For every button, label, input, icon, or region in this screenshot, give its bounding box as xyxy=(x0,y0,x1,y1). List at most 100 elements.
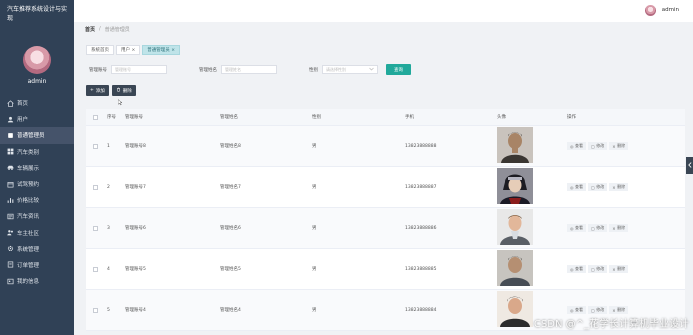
sidebar-item-label: 我的信息 xyxy=(17,279,40,286)
row-checkbox[interactable] xyxy=(92,225,98,231)
close-icon[interactable]: × xyxy=(171,48,175,53)
col-gender[interactable]: 性别 xyxy=(309,114,402,120)
col-avatar: 头像 xyxy=(497,115,506,120)
breadcrumb-home[interactable]: 首页 xyxy=(85,26,95,33)
sidebar-item-1[interactable]: 用户 xyxy=(0,111,74,127)
cell-avatar xyxy=(494,250,564,288)
sidebar-item-9[interactable]: 系统管理 xyxy=(0,241,74,257)
sidebar-item-8[interactable]: 车主社区 xyxy=(0,225,74,241)
avatar[interactable] xyxy=(497,250,533,286)
delete-button[interactable]: × 删除 xyxy=(609,142,629,150)
view-button[interactable]: ◎ 查看 xyxy=(567,306,586,314)
avatar[interactable] xyxy=(497,209,533,245)
sidebar-item-2[interactable]: 普通管理员 xyxy=(0,127,74,144)
sidebar-item-10[interactable]: 订单管理 xyxy=(0,257,74,273)
cell-gender: 男 xyxy=(312,185,317,190)
cell-avatar xyxy=(494,209,564,247)
action-bar: + 添加 删除 xyxy=(86,85,136,96)
sidebar-item-label: 首页 xyxy=(17,101,29,108)
view-button[interactable]: ◎ 查看 xyxy=(567,265,586,273)
view-label: 查看 xyxy=(575,225,583,230)
table-row: 3 管理账号6 管理姓名6 男 13823888886 ◎ 查看 ▢ 修改 × 删除 xyxy=(86,208,685,249)
col-name[interactable]: 管理姓名 xyxy=(217,114,309,120)
cell-phone: 13823888886 xyxy=(405,225,437,231)
delete-button[interactable]: × 删除 xyxy=(609,183,629,191)
sidebar-item-11[interactable]: 我的信息 xyxy=(0,273,74,289)
header-avatar[interactable] xyxy=(645,5,656,16)
delete-button[interactable]: × 删除 xyxy=(609,224,629,232)
batch-delete-button[interactable]: 删除 xyxy=(111,85,136,96)
cell-gender: 男 xyxy=(312,226,317,231)
edit-button[interactable]: ▢ 修改 xyxy=(588,142,608,150)
row-checkbox[interactable] xyxy=(92,307,98,313)
cell-avatar xyxy=(494,127,564,165)
plus-icon: + xyxy=(90,88,94,93)
view-button[interactable]: ◎ 查看 xyxy=(567,224,586,232)
tab-label: 系统首页 xyxy=(91,48,109,53)
cell-phone: 13823888885 xyxy=(405,266,437,272)
cell-avatar xyxy=(494,168,564,206)
gender-label: 性别 xyxy=(309,67,318,73)
edit-button[interactable]: ▢ 修改 xyxy=(588,224,608,232)
close-icon: × xyxy=(612,184,616,190)
edit-label: 修改 xyxy=(596,143,605,148)
gender-placeholder: 请选择性别 xyxy=(326,66,346,72)
mouse-cursor-icon xyxy=(117,99,123,106)
cell-account: 管理账号4 xyxy=(125,308,146,313)
cell-actions: ◎ 查看 ▢ 修改 × 删除 xyxy=(564,224,685,232)
cell-gender: 男 xyxy=(312,308,317,313)
select-all-checkbox[interactable] xyxy=(92,114,98,120)
col-phone[interactable]: 手机 xyxy=(402,114,494,120)
sidebar-item-6[interactable]: 价格比较 xyxy=(0,192,74,208)
view-label: 查看 xyxy=(575,307,583,312)
add-button[interactable]: + 添加 xyxy=(86,85,109,96)
name-label: 管理姓名 xyxy=(199,67,217,73)
edit-button[interactable]: ▢ 修改 xyxy=(588,265,608,273)
sidebar-item-3[interactable]: 汽车类别 xyxy=(0,144,74,160)
row-checkbox-cell xyxy=(86,143,104,149)
delete-button[interactable]: × 删除 xyxy=(609,265,629,273)
sidebar-item-0[interactable]: 首页 xyxy=(0,95,74,111)
home-icon xyxy=(7,99,14,107)
sidebar-item-7[interactable]: 汽车资讯 xyxy=(0,208,74,224)
tab-1[interactable]: 用户 × xyxy=(116,45,141,55)
row-checkbox[interactable] xyxy=(92,184,98,190)
close-icon[interactable]: × xyxy=(132,48,136,53)
header-username[interactable]: admin xyxy=(662,7,679,13)
delete-label: 删除 xyxy=(617,143,626,148)
tab-2[interactable]: 普通管理员 × xyxy=(142,45,181,55)
avatar[interactable] xyxy=(497,127,533,163)
edit-icon: ▢ xyxy=(591,184,595,190)
view-icon: ◎ xyxy=(570,184,574,190)
side-panel-toggle[interactable] xyxy=(686,157,693,174)
avatar[interactable] xyxy=(497,168,533,204)
tab-bar: 系统首页 用户 × 普通管理员 × xyxy=(86,45,181,55)
name-input[interactable]: 管理姓名 xyxy=(221,65,277,74)
gender-select[interactable]: 请选择性别 xyxy=(322,65,378,74)
delete-button[interactable]: × 删除 xyxy=(609,306,629,314)
breadcrumb: 首页 / 普通管理员 xyxy=(85,26,130,33)
row-checkbox[interactable] xyxy=(92,143,98,149)
row-checkbox[interactable] xyxy=(92,266,98,272)
chevron-down-icon xyxy=(369,67,374,72)
edit-button[interactable]: ▢ 修改 xyxy=(588,306,608,314)
cell-index: 4 xyxy=(107,266,110,272)
sidebar-menu: 首页用户 普通管理员 汽车类别 车辆展示 试驾预约 价格比较 汽车资讯 车主社区 系统管理订单管… xyxy=(0,95,74,289)
cell-actions: ◎ 查看 ▢ 修改 × 删除 xyxy=(564,183,685,191)
tab-0[interactable]: 系统首页 xyxy=(86,45,114,55)
col-account[interactable]: 管理账号 xyxy=(122,114,217,120)
edit-icon: ▢ xyxy=(591,266,595,272)
view-button[interactable]: ◎ 查看 xyxy=(567,183,586,191)
edit-button[interactable]: ▢ 修改 xyxy=(588,183,608,191)
account-input[interactable]: 管理账号 xyxy=(111,65,167,74)
avatar[interactable] xyxy=(497,291,533,327)
edit-icon: ▢ xyxy=(591,143,595,149)
sidebar-item-label: 订单管理 xyxy=(17,262,40,269)
view-button[interactable]: ◎ 查看 xyxy=(567,142,586,150)
query-button[interactable]: 查询 xyxy=(386,64,411,75)
sidebar-avatar[interactable] xyxy=(23,46,51,74)
view-icon: ◎ xyxy=(570,143,574,149)
sidebar-item-4[interactable]: 车辆展示 xyxy=(0,160,74,176)
cell-name: 管理姓名5 xyxy=(220,267,241,272)
sidebar-item-5[interactable]: 试驾预约 xyxy=(0,176,74,192)
